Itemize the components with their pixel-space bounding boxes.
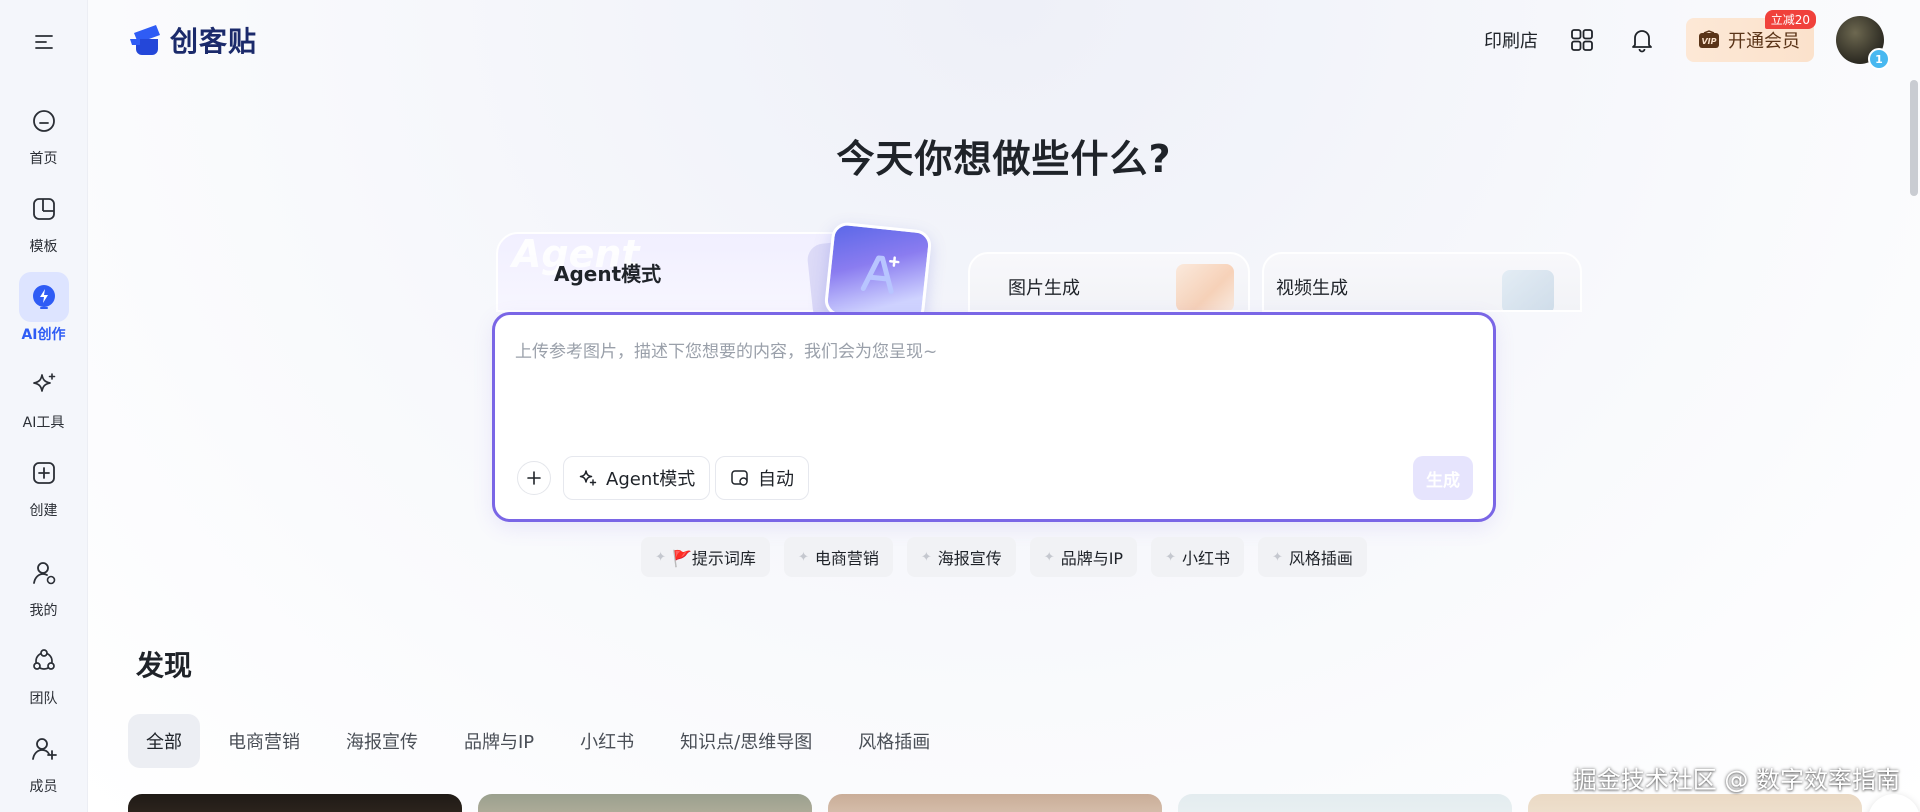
- sparkle-icon: [579, 470, 597, 486]
- tab-image-generation[interactable]: 图片生成: [968, 252, 1250, 312]
- suggestion-chips: ✦ 🚩提示词库 ✦ 电商营销 ✦ 海报宣传 ✦ 品牌与IP ✦ 小红书 ✦ 风格插画: [88, 537, 1920, 577]
- sparkle-icon: ✦: [655, 549, 666, 565]
- sparkle-icon: ✦: [920, 549, 932, 565]
- category-tab[interactable]: 知识点/思维导图: [662, 714, 830, 768]
- sparkle-icon: ✦: [1271, 549, 1283, 565]
- suggestion-chip-label: 海报宣传: [937, 549, 1002, 568]
- upload-button[interactable]: [517, 461, 551, 495]
- user-icon: [19, 548, 69, 598]
- vip-discount-badge: 立减20: [1764, 10, 1816, 29]
- logo-icon: [130, 25, 160, 55]
- suggestion-chip-label: 🚩提示词库: [672, 549, 756, 568]
- suggestion-chip[interactable]: ✦ 海报宣传: [906, 537, 1016, 577]
- category-tabs: 全部 电商营销 海报宣传 品牌与IP 小红书 知识点/思维导图 风格插画: [128, 714, 948, 768]
- suggestion-chip[interactable]: ✦ 电商营销: [783, 537, 893, 577]
- add-member-icon: [19, 724, 69, 774]
- svg-text:VIP: VIP: [1701, 37, 1716, 46]
- sparkle-icon: [19, 360, 69, 410]
- watermark-text: 掘金技术社区 @ 数字效率指南: [1572, 766, 1900, 794]
- tab-video-label: 视频生成: [1276, 278, 1348, 299]
- vip-icon: VIP: [1699, 30, 1719, 48]
- discover-card[interactable]: [1528, 794, 1862, 812]
- discover-card[interactable]: [478, 794, 812, 812]
- agent-mode-chip-label: Agent模式: [606, 469, 696, 490]
- app-logo[interactable]: 创客贴: [128, 20, 257, 60]
- sidebar-item-team[interactable]: 团队: [8, 636, 80, 708]
- agent-mode-chip[interactable]: Agent模式: [563, 456, 711, 500]
- category-tab-all[interactable]: 全部: [128, 714, 200, 768]
- sidebar-item-create[interactable]: 创建: [8, 448, 80, 520]
- left-sidebar: 首页 模板 AI创作 AI工具 创建 我的 团队 成员: [0, 0, 88, 812]
- category-tab[interactable]: 电商营销: [210, 714, 318, 768]
- discover-card[interactable]: [1178, 794, 1512, 812]
- sidebar-item-members[interactable]: 成员: [8, 724, 80, 796]
- sidebar-item-ai-create[interactable]: AI创作: [8, 272, 80, 344]
- suggestion-chip[interactable]: ✦ 风格插画: [1257, 537, 1367, 577]
- tab-video-thumbnail: [1502, 270, 1554, 310]
- image-settings-icon: [731, 470, 748, 486]
- sidebar-item-label: 创建: [29, 503, 58, 519]
- sidebar-item-label: 模板: [29, 239, 58, 255]
- suggestion-chip-label: 小红书: [1181, 549, 1230, 568]
- home-icon: [19, 96, 69, 146]
- tab-image-label: 图片生成: [1008, 278, 1080, 299]
- suggestion-chip[interactable]: ✦ 🚩提示词库: [641, 537, 770, 577]
- auto-mode-chip[interactable]: 自动: [715, 456, 809, 500]
- vip-label: 开通会员: [1728, 31, 1800, 52]
- prompt-box: Agent模式 自动 生成: [492, 312, 1496, 522]
- category-tab[interactable]: 品牌与IP: [446, 714, 552, 768]
- category-tab[interactable]: 小红书: [562, 714, 652, 768]
- sidebar-item-mine[interactable]: 我的: [8, 548, 80, 620]
- sidebar-item-label: 团队: [29, 691, 58, 707]
- sparkle-icon: ✦: [1043, 549, 1055, 565]
- tab-video-generation[interactable]: 视频生成: [1262, 252, 1582, 312]
- sparkle-icon: ✦: [1165, 549, 1176, 565]
- sparkle-icon: ✦: [797, 549, 809, 565]
- sidebar-item-label: 我的: [29, 603, 58, 619]
- prompt-input[interactable]: [515, 337, 1475, 427]
- sidebar-item-ai-tools[interactable]: AI工具: [8, 360, 80, 432]
- avatar-level-badge: 1: [1868, 48, 1890, 70]
- generate-button[interactable]: 生成: [1413, 456, 1473, 500]
- plus-icon: [527, 471, 541, 485]
- suggestion-chip[interactable]: ✦ 品牌与IP: [1029, 537, 1138, 577]
- ai-create-icon: [18, 272, 69, 322]
- auto-mode-chip-label: 自动: [758, 469, 794, 490]
- sidebar-item-label: 成员: [29, 779, 58, 795]
- apps-grid-icon[interactable]: [1566, 24, 1598, 56]
- suggestion-chip[interactable]: ✦ 小红书: [1151, 537, 1244, 577]
- sidebar-item-label: AI工具: [22, 415, 65, 431]
- discover-card[interactable]: [128, 794, 462, 812]
- user-avatar[interactable]: 1: [1836, 16, 1890, 70]
- logo-text: 创客贴: [170, 25, 258, 58]
- page-headline: 今天你想做些什么?: [836, 137, 1172, 181]
- discover-title: 发现: [136, 649, 193, 682]
- category-tab[interactable]: 风格插画: [840, 714, 948, 768]
- team-icon: [19, 636, 69, 686]
- discover-card[interactable]: [828, 794, 1162, 812]
- vip-upgrade-button[interactable]: VIP 开通会员 立减20: [1686, 10, 1816, 62]
- bell-icon[interactable]: [1626, 24, 1658, 56]
- scrollbar[interactable]: [1906, 80, 1920, 812]
- suggestion-chip-label: 电商营销: [814, 549, 879, 568]
- discover-cards: [128, 794, 1862, 812]
- main-content: 创客贴 印刷店 VIP 开通会员 立减20 1 今天你想做些什么? Agent …: [88, 0, 1920, 812]
- sidebar-item-label: AI创作: [21, 327, 66, 343]
- category-tab[interactable]: 海报宣传: [328, 714, 436, 768]
- tab-agent-label: Agent模式: [554, 262, 662, 286]
- plus-square-icon: [19, 448, 69, 498]
- suggestion-chip-label: 品牌与IP: [1060, 549, 1124, 568]
- sidebar-item-templates[interactable]: 模板: [8, 184, 80, 256]
- sidebar-item-label: 首页: [29, 151, 58, 167]
- menu-toggle-icon[interactable]: [30, 28, 58, 56]
- tab-image-thumbnail: [1176, 264, 1234, 310]
- agent-ai-icon: [823, 221, 933, 325]
- print-shop-link[interactable]: 印刷店: [1484, 27, 1538, 53]
- scrollbar-thumb[interactable]: [1910, 80, 1918, 196]
- sidebar-item-home[interactable]: 首页: [8, 96, 80, 168]
- top-bar-actions: 印刷店 VIP 开通会员 立减20 1: [1484, 10, 1890, 70]
- suggestion-chip-label: 风格插画: [1288, 549, 1353, 568]
- template-icon: [19, 184, 69, 234]
